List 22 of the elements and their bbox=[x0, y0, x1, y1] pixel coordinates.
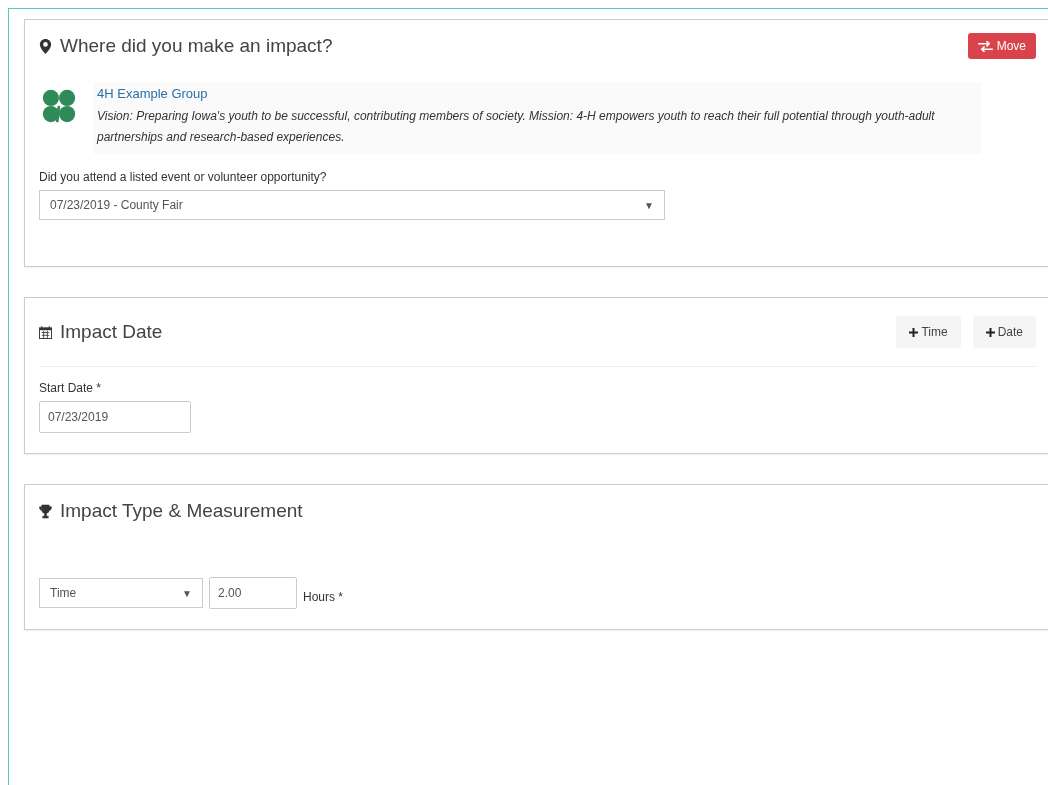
swap-icon bbox=[977, 40, 993, 52]
calendar-icon bbox=[39, 324, 52, 340]
date-input[interactable]: 07/23/2019 bbox=[39, 401, 191, 433]
amount-input[interactable]: 2.00 bbox=[209, 577, 297, 609]
type-select[interactable]: Time ▼ bbox=[39, 578, 203, 608]
add-button[interactable]: Time bbox=[896, 316, 961, 348]
trophy-icon bbox=[39, 503, 52, 519]
section-title: Where did you make an impact? bbox=[60, 35, 333, 57]
add-button[interactable]: Date bbox=[972, 316, 1036, 348]
map-marker-icon bbox=[39, 38, 52, 54]
group-link[interactable]: 4H Example Group bbox=[97, 86, 208, 101]
clover-logo-icon bbox=[41, 88, 77, 124]
section-title: Impact Type & Measurement bbox=[60, 500, 303, 522]
plus-icon bbox=[985, 327, 995, 337]
field-label: Did you attend a listed event or volunteer opportunity? bbox=[39, 170, 328, 184]
section-title: Impact Date bbox=[60, 321, 163, 343]
field-label: Start Date * bbox=[39, 381, 103, 395]
move-button[interactable]: Move bbox=[967, 33, 1036, 59]
event-select[interactable]: 07/23/2019 - County Fair ▼ bbox=[39, 190, 665, 220]
plus-icon bbox=[909, 327, 919, 337]
unit-label: Hours * bbox=[303, 590, 343, 604]
group-description: Vision: Preparing Iowa's youth to be successful, contributing members of society. Mission: 4-H empowers youth to reach their full potential through youth-adult partnerships and research-based experiences. bbox=[97, 108, 936, 146]
